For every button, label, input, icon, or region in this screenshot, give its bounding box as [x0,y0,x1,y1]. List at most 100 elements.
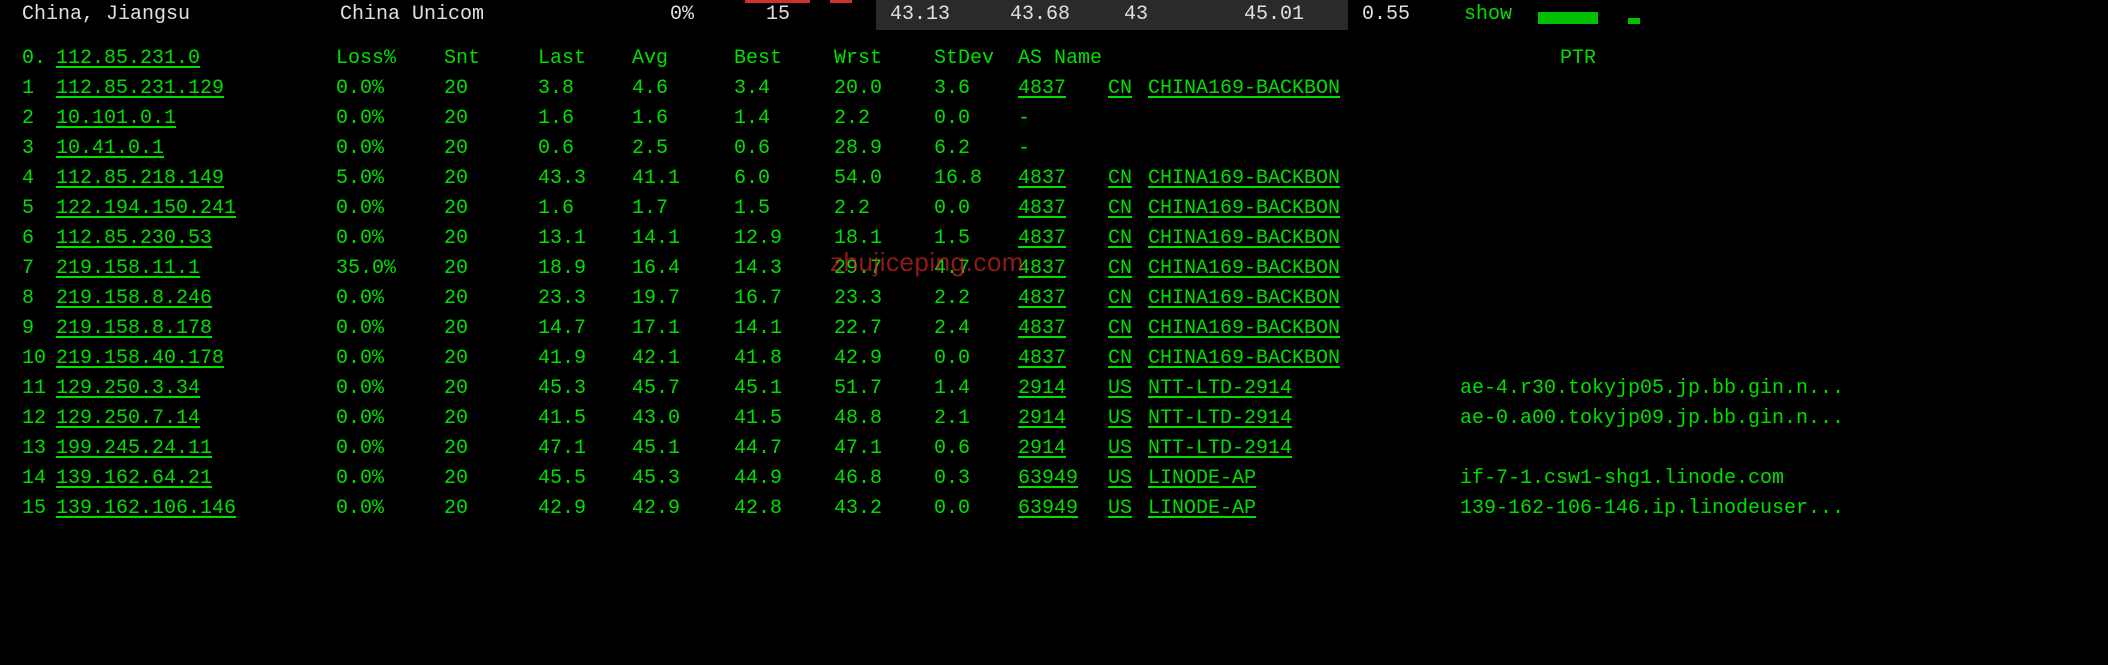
hop-cc[interactable]: US [1108,404,1148,434]
hop-snt: 20 [444,464,538,494]
hop-row: 7219.158.11.135.0%2018.916.414.329.74.74… [0,254,2108,284]
hop-cc[interactable]: US [1108,464,1148,494]
hop-ip[interactable]: 199.245.24.11 [56,434,336,464]
hop-row: 310.41.0.10.0%200.62.50.628.96.2- [0,134,2108,164]
hop-asname[interactable]: CHINA169-BACKBON [1148,254,1418,284]
hop-ip[interactable]: 10.101.0.1 [56,104,336,134]
hop-ip[interactable]: 139.162.106.146 [56,494,336,524]
hop-avg: 4.6 [632,74,734,104]
hop-row: 12129.250.7.140.0%2041.543.041.548.82.12… [0,404,2108,434]
hop-ip[interactable]: 219.158.8.246 [56,284,336,314]
hop-ip[interactable]: 129.250.3.34 [56,374,336,404]
hop-row: 11129.250.3.340.0%2045.345.745.151.71.42… [0,374,2108,404]
hop-as[interactable]: 4837 [1018,344,1108,374]
hop-ip[interactable]: 10.41.0.1 [56,134,336,164]
hop-ip[interactable]: 139.162.64.21 [56,464,336,494]
hop-as[interactable]: 4837 [1018,284,1108,314]
hop-asname[interactable]: NTT-LTD-2914 [1148,374,1418,404]
hop-asname[interactable]: CHINA169-BACKBON [1148,224,1418,254]
hop-asname[interactable]: LINODE-AP [1148,494,1418,524]
hop-ip[interactable]: 219.158.11.1 [56,254,336,284]
hop-asname[interactable]: NTT-LTD-2914 [1148,434,1418,464]
hop-best: 6.0 [734,164,834,194]
hop-ip[interactable]: 112.85.231.129 [56,74,336,104]
hop-asname[interactable]: CHINA169-BACKBON [1148,344,1418,374]
hop-cc[interactable]: US [1108,374,1148,404]
show-button[interactable]: show [1438,0,1538,30]
hop-ip[interactable]: 219.158.40.178 [56,344,336,374]
hop-cc[interactable]: CN [1108,164,1148,194]
hop-last: 45.5 [538,464,632,494]
hop-ptr: 139-162-106-146.ip.linodeuser... [1418,494,2108,524]
hop-as[interactable]: 63949 [1018,494,1108,524]
hop-loss: 0.0% [336,464,444,494]
hop-as[interactable]: 63949 [1018,464,1108,494]
hop-asname[interactable]: CHINA169-BACKBON [1148,164,1418,194]
hop-ptr: ae-4.r30.tokyjp05.jp.bb.gin.n... [1418,374,2108,404]
hop-wrst: 54.0 [834,164,934,194]
hop-cc[interactable]: CN [1108,74,1148,104]
hop-cc[interactable]: CN [1108,284,1148,314]
hop-as[interactable]: 4837 [1018,224,1108,254]
hop-stdev: 0.0 [934,194,1018,224]
hop-cc[interactable]: CN [1108,224,1148,254]
hdr-wrst: Wrst [834,44,934,74]
hop-ip[interactable]: 112.85.218.149 [56,164,336,194]
hop-cc[interactable]: CN [1108,194,1148,224]
hop-best: 3.4 [734,74,834,104]
hop-number: 13 [0,434,56,464]
hop-avg: 45.7 [632,374,734,404]
hop-as[interactable]: 4837 [1018,74,1108,104]
hop-ip[interactable]: 122.194.150.241 [56,194,336,224]
hop-wrst: 2.2 [834,104,934,134]
hop-row: 9219.158.8.1780.0%2014.717.114.122.72.44… [0,314,2108,344]
red-marker-1 [745,0,810,3]
hop-as: - [1018,134,1108,164]
hop-last: 3.8 [538,74,632,104]
hop-row: 210.101.0.10.0%201.61.61.42.20.0- [0,104,2108,134]
hop-as[interactable]: 4837 [1018,254,1108,284]
hop-asname[interactable]: CHINA169-BACKBON [1148,284,1418,314]
hop-ip[interactable]: 129.250.7.14 [56,404,336,434]
hop-last: 41.9 [538,344,632,374]
hop-as[interactable]: 4837 [1018,314,1108,344]
header-row: 0. 112.85.231.0 Loss% Snt Last Avg Best … [0,44,2108,74]
status-location: China, Jiangsu [0,0,340,30]
hop-avg: 16.4 [632,254,734,284]
hop-cc[interactable]: US [1108,494,1148,524]
hop-stdev: 0.0 [934,494,1018,524]
hop-avg: 41.1 [632,164,734,194]
hop-cc[interactable]: US [1108,434,1148,464]
hop-as[interactable]: 2914 [1018,404,1108,434]
hop-best: 14.3 [734,254,834,284]
hop-last: 13.1 [538,224,632,254]
hop-asname[interactable]: CHINA169-BACKBON [1148,314,1418,344]
hop-asname[interactable]: CHINA169-BACKBON [1148,74,1418,104]
hop-asname[interactable]: NTT-LTD-2914 [1148,404,1418,434]
hop-stdev: 2.2 [934,284,1018,314]
hop-asname[interactable]: LINODE-AP [1148,464,1418,494]
hop-as[interactable]: 2914 [1018,374,1108,404]
status-samples: 15 [766,0,876,30]
hop-asname[interactable]: CHINA169-BACKBON [1148,194,1418,224]
hop-cc[interactable]: CN [1108,344,1148,374]
hdr-source-ip[interactable]: 112.85.231.0 [56,44,336,74]
hop-snt: 20 [444,224,538,254]
hop-ip[interactable]: 112.85.230.53 [56,224,336,254]
hop-as[interactable]: 4837 [1018,164,1108,194]
hop-loss: 0.0% [336,434,444,464]
hop-best: 1.4 [734,104,834,134]
hdr-asname: AS Name [1018,44,1418,74]
hop-cc[interactable]: CN [1108,254,1148,284]
status-stdev: 0.55 [1348,0,1438,30]
hop-last: 23.3 [538,284,632,314]
hop-ip[interactable]: 219.158.8.178 [56,314,336,344]
hop-as[interactable]: 2914 [1018,434,1108,464]
hop-as[interactable]: 4837 [1018,194,1108,224]
hop-wrst: 43.2 [834,494,934,524]
hop-wrst: 42.9 [834,344,934,374]
status-avg: 43.68 [996,0,1110,30]
status-sparkline [1538,0,1668,30]
hop-avg: 1.7 [632,194,734,224]
hop-cc[interactable]: CN [1108,314,1148,344]
